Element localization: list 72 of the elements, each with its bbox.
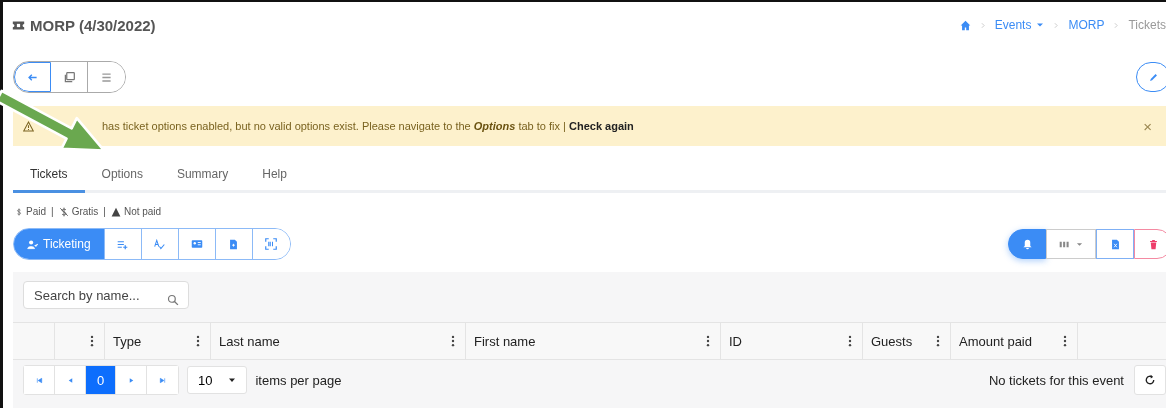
previous-icon [66,376,74,384]
page-title: MORP (4/30/2022) [30,16,156,34]
tab[interactable]: Help [245,166,304,193]
chevron-icon [979,21,986,29]
ticket-icon [12,18,25,32]
notification-button[interactable] [1008,229,1046,259]
back-arrow-icon [27,71,38,83]
refresh-icon [1144,374,1156,386]
last-page-icon [159,376,166,384]
legend-label: Not paid [123,206,162,217]
columns-button[interactable] [1046,229,1096,259]
legend-separator: | [51,206,54,217]
tab[interactable]: Tickets [13,166,85,193]
bell-icon [1021,238,1033,250]
page-button[interactable]: 0 [86,366,116,394]
tab[interactable]: Options [84,166,160,193]
warning-icon [23,120,34,132]
breadcrumb-link[interactable]: MORP [1068,18,1105,32]
caret-icon [228,376,237,384]
spreadsheet-icon [1109,238,1121,250]
column-label: Amount paid [959,333,1032,349]
search-field[interactable]: Search by name... [23,281,189,309]
page-size-label: items per page [255,372,342,388]
kebab-menu-icon [848,335,852,347]
tab[interactable]: Summary [159,166,246,193]
back-button[interactable] [14,62,51,92]
document-icon [228,238,240,250]
kebab-menu-icon [196,335,200,347]
id-card-icon [190,238,203,250]
column-label: Guests [871,333,913,349]
list-icon [101,71,112,83]
pencil-icon [1147,71,1159,83]
list-add-icon [117,238,129,250]
crossed-dollar-icon [58,206,69,217]
trash-icon [1147,238,1159,250]
delete-button[interactable] [1134,229,1166,259]
ticketing-button[interactable]: Ticketing [14,229,105,259]
kebab-menu-icon [90,335,94,347]
home-icon [959,19,971,31]
kebab-menu-icon [451,335,455,347]
close-button[interactable]: × [1143,117,1152,135]
edit-button[interactable] [1136,62,1166,92]
spellcheck-icon [154,238,166,250]
chevron-icon [1113,21,1120,29]
caret-icon [1036,21,1045,29]
legend-label: Gratis [71,206,99,217]
column-label: Type [113,333,142,349]
legend-separator: | [103,206,106,217]
column-label: First name [474,333,536,349]
search-icon [167,293,179,306]
kebab-menu-icon [706,335,710,347]
user-check-icon [27,238,38,250]
kebab-menu-icon [1063,335,1067,347]
warning-icon [110,206,121,217]
dollar-icon [15,206,23,217]
chevron-icon [1053,21,1060,29]
refresh-button[interactable] [1134,365,1166,395]
empty-message: No tickets for this event [988,372,1124,388]
page-size-dropdown[interactable]: 10 [187,366,248,394]
export-button[interactable] [1096,229,1134,259]
breadcrumb-link[interactable]: Events [994,18,1045,32]
column-label: Last name [219,333,280,349]
legend-label: Paid [26,206,46,217]
warning-message: has ticket options enabled, but no valid options exist. Please navigate to the Options tab to fix | Check again [102,120,634,132]
first-page-icon [35,376,43,384]
copy-icon [63,71,75,83]
breadcrumb-link[interactable]: Tickets [1128,18,1166,32]
kebab-menu-icon [936,335,940,347]
scan-icon [265,238,278,250]
column-label: ID [729,333,742,349]
caret-icon [1076,240,1083,248]
next-icon [127,376,135,384]
